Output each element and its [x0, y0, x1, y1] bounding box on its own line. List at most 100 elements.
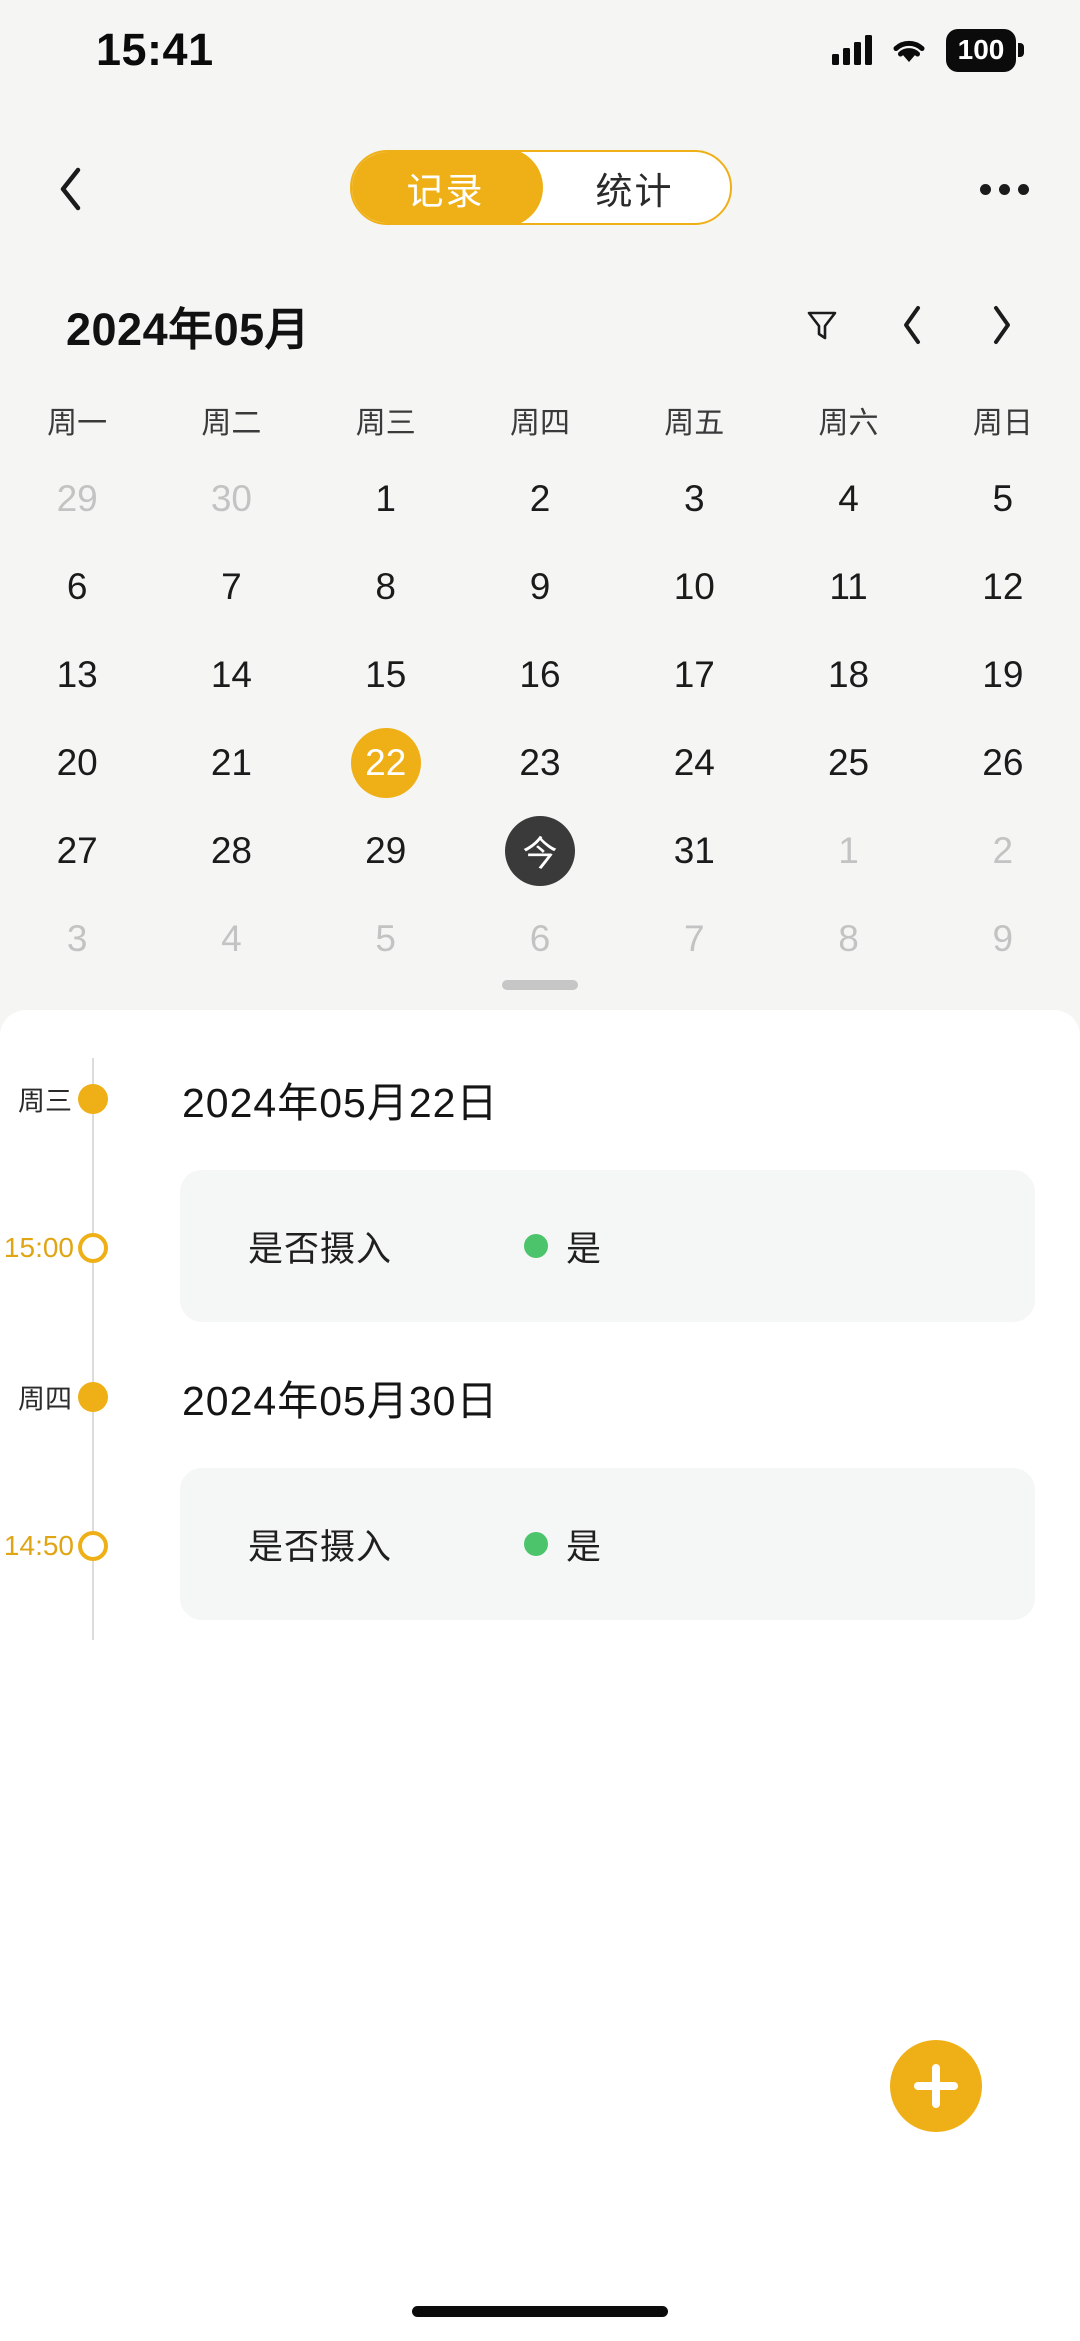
calendar-week-row: 20 21 22 23 24 25 26	[0, 719, 1080, 807]
calendar-day[interactable]: 21	[154, 719, 308, 807]
calendar-day[interactable]: 13	[0, 631, 154, 719]
calendar-day[interactable]: 5	[926, 455, 1080, 543]
status-bar: 15:41 100	[0, 0, 1080, 100]
chevron-right-icon	[994, 306, 1010, 344]
calendar-day[interactable]: 10	[617, 543, 771, 631]
record-field-value: 是	[524, 1221, 601, 1272]
calendar-day[interactable]: 1	[771, 807, 925, 895]
weekday-label: 周一	[47, 407, 108, 440]
add-record-button[interactable]	[890, 2040, 982, 2132]
calendar-day[interactable]: 18	[771, 631, 925, 719]
timeline-entry-ring-icon	[78, 1233, 108, 1263]
back-button[interactable]	[30, 150, 110, 228]
calendar-day[interactable]: 6	[463, 895, 617, 983]
status-time: 15:41	[96, 24, 214, 75]
calendar-day[interactable]: 6	[0, 543, 154, 631]
next-month-button[interactable]	[980, 300, 1024, 350]
calendar-day[interactable]: 9	[926, 895, 1080, 983]
calendar-day[interactable]: 30	[154, 455, 308, 543]
calendar-day[interactable]: 3	[617, 455, 771, 543]
timeline-entry-time: 14:50	[3, 1530, 74, 1561]
month-header: 2024年05月	[0, 290, 1080, 360]
filter-funnel-icon	[807, 311, 837, 340]
calendar-day[interactable]: 1	[309, 455, 463, 543]
calendar-day[interactable]: 19	[926, 631, 1080, 719]
calendar-day-selected[interactable]: 22	[309, 719, 463, 807]
calendar-day[interactable]: 3	[0, 895, 154, 983]
more-options-button[interactable]	[964, 150, 1044, 228]
calendar-day[interactable]: 16	[463, 631, 617, 719]
calendar-day[interactable]: 29	[0, 455, 154, 543]
timeline-group: 周四 2024年05月30日 14:50 是否摄入 是	[0, 1338, 1080, 1636]
record-card[interactable]: 是否摄入 是	[180, 1468, 1035, 1620]
calendar-day[interactable]: 11	[771, 543, 925, 631]
month-title: 2024年05月	[66, 303, 311, 355]
calendar-day[interactable]: 4	[771, 455, 925, 543]
month-controls	[800, 300, 1040, 350]
home-indicator	[412, 2306, 668, 2317]
more-options-icon	[998, 183, 1010, 195]
calendar-day[interactable]: 25	[771, 719, 925, 807]
tab-statistics[interactable]: 统计	[539, 152, 730, 223]
status-dot-icon	[524, 1532, 549, 1556]
calendar-week-row: 13 14 15 16 17 18 19	[0, 631, 1080, 719]
calendar-day[interactable]: 15	[309, 631, 463, 719]
record-card[interactable]: 是否摄入 是	[180, 1170, 1035, 1322]
calendar-day[interactable]: 5	[309, 895, 463, 983]
weekday-label: 周二	[201, 407, 262, 440]
calendar-day[interactable]: 27	[0, 807, 154, 895]
tab-records[interactable]: 记录	[352, 152, 541, 223]
weekday-label: 周五	[664, 407, 725, 440]
record-value-text: 是	[566, 1527, 602, 1567]
timeline-weekday: 周三	[18, 1086, 72, 1117]
record-field-label: 是否摄入	[248, 1527, 393, 1567]
weekday-label: 周日	[972, 407, 1033, 440]
timeline-date-header: 周三 2024年05月22日	[0, 1040, 1080, 1158]
calendar-day[interactable]: 28	[154, 807, 308, 895]
calendar-day[interactable]: 31	[617, 807, 771, 895]
calendar-day[interactable]: 4	[154, 895, 308, 983]
timeline-entry: 15:00 是否摄入 是	[0, 1158, 1080, 1338]
chevron-left-icon	[904, 306, 920, 344]
calendar-day[interactable]: 12	[926, 543, 1080, 631]
timeline-date-text: 2024年05月30日	[182, 1378, 499, 1424]
calendar-grid: 周一 周二 周三 周四 周五 周六 周日 29 30 1 2 3 4 5 6 7…	[0, 385, 1080, 983]
timeline-entry-time: 15:00	[3, 1232, 74, 1263]
calendar-day[interactable]: 26	[926, 719, 1080, 807]
calendar-day[interactable]: 24	[617, 719, 771, 807]
calendar-day[interactable]: 17	[617, 631, 771, 719]
calendar-day-today[interactable]: 今	[463, 807, 617, 895]
calendar-day[interactable]: 9	[463, 543, 617, 631]
calendar-week-row: 3 4 5 6 7 8 9	[0, 895, 1080, 983]
calendar-day[interactable]: 2	[463, 455, 617, 543]
weekday-label: 周四	[509, 407, 570, 440]
timeline-date-dot-icon	[78, 1382, 108, 1412]
wifi-icon	[890, 35, 928, 65]
calendar-day[interactable]: 8	[771, 895, 925, 983]
record-value-text: 是	[566, 1229, 602, 1269]
navigation-bar: 记录 统计	[0, 150, 1080, 228]
battery-icon: 100	[946, 28, 1016, 72]
weekday-label: 周六	[818, 407, 879, 440]
calendar-week-row: 6 7 8 9 10 11 12	[0, 543, 1080, 631]
calendar-day[interactable]: 14	[154, 631, 308, 719]
calendar-day[interactable]: 29	[309, 807, 463, 895]
view-mode-segmented-control[interactable]: 记录 统计	[350, 150, 732, 225]
timeline-date-dot-icon	[78, 1084, 108, 1114]
calendar-day[interactable]: 23	[463, 719, 617, 807]
more-options-icon	[1017, 183, 1029, 195]
calendar-day[interactable]: 7	[617, 895, 771, 983]
calendar-week-row: 27 28 29 今 31 1 2	[0, 807, 1080, 895]
calendar-day[interactable]: 7	[154, 543, 308, 631]
calendar-day[interactable]: 20	[0, 719, 154, 807]
prev-month-button[interactable]	[890, 300, 934, 350]
filter-button[interactable]	[800, 300, 844, 350]
calendar-day[interactable]: 2	[926, 807, 1080, 895]
status-icons: 100	[832, 28, 1016, 72]
sheet-drag-handle[interactable]	[502, 980, 578, 990]
calendar-week-row: 29 30 1 2 3 4 5	[0, 455, 1080, 543]
calendar-day[interactable]: 8	[309, 543, 463, 631]
cellular-signal-icon	[832, 35, 872, 65]
record-field-value: 是	[524, 1519, 601, 1570]
plus-icon	[914, 2064, 958, 2108]
